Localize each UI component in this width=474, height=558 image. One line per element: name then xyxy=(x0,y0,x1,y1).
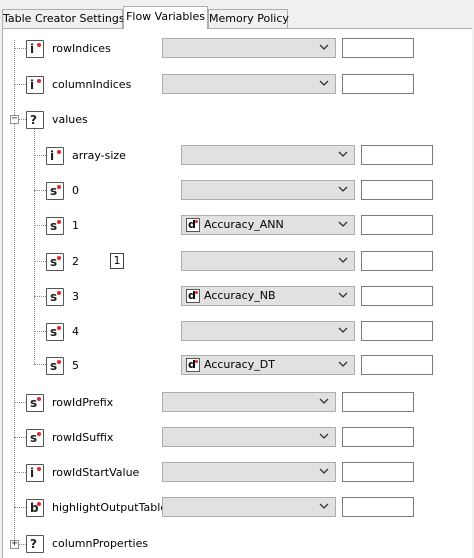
unknown-type-icon: ? xyxy=(26,535,44,553)
tree-connector xyxy=(34,364,46,365)
chevron-down-icon xyxy=(319,433,329,439)
setting-label-array-size: array-size xyxy=(72,149,126,162)
chevron-down-icon xyxy=(319,44,329,50)
chevron-down-icon xyxy=(338,327,348,333)
variable-select-value-1[interactable]: d Accuracy_ANN xyxy=(181,215,355,235)
string-variable-icon: s xyxy=(26,394,44,412)
setting-label-rowIndices: rowIndices xyxy=(52,42,111,55)
setting-label-columnIndices: columnIndices xyxy=(52,78,132,91)
tree-connector xyxy=(14,402,26,403)
integer-array-variable-icon: i xyxy=(26,76,44,94)
tree-connector xyxy=(34,296,46,297)
setting-label-value-4: 4 xyxy=(72,325,79,338)
variable-select-rowIdPrefix[interactable] xyxy=(162,392,336,412)
tab-table-creator-settings[interactable]: Table Creator Settings xyxy=(2,9,125,28)
double-variable-icon: d xyxy=(186,289,200,303)
setting-label-value-2: 2 xyxy=(72,255,79,268)
string-variable-icon: s xyxy=(26,429,44,447)
variable-select-columnIndices[interactable] xyxy=(162,74,336,94)
tree-connector xyxy=(34,155,46,156)
string-variable-icon: s xyxy=(46,217,64,235)
variable-name-input-value-5[interactable] xyxy=(361,355,433,375)
variable-select-rowIndices[interactable] xyxy=(162,38,336,58)
variable-select-array-size[interactable] xyxy=(181,145,355,165)
string-variable-icon: s xyxy=(46,357,64,375)
tree-connector xyxy=(19,544,26,545)
tree-line-values xyxy=(34,128,35,364)
variable-name-input-value-4[interactable] xyxy=(361,321,433,341)
variable-name-input-array-size[interactable] xyxy=(361,145,433,165)
variable-name-input-rowIndices[interactable] xyxy=(342,38,414,58)
expand-toggle-columnProperties[interactable]: + xyxy=(10,539,19,549)
variable-name-input-rowIdStartValue[interactable] xyxy=(342,462,414,482)
chevron-down-icon xyxy=(319,468,329,474)
double-variable-icon: d xyxy=(186,358,200,372)
tree-connector xyxy=(14,472,26,473)
variable-select-value-3[interactable]: d Accuracy_NB xyxy=(181,286,355,306)
setting-label-value-5: 5 xyxy=(72,359,79,372)
chevron-down-icon xyxy=(338,361,348,367)
variable-name-input-value-3[interactable] xyxy=(361,286,433,306)
tree-connector xyxy=(14,48,26,49)
tree-connector xyxy=(14,437,26,438)
setting-label-value-3: 3 xyxy=(72,290,79,303)
setting-label-columnProperties: columnProperties xyxy=(52,537,149,550)
tree-connector xyxy=(19,119,26,120)
variable-name-input-highlightOutputTable[interactable] xyxy=(342,497,414,517)
chevron-down-icon xyxy=(338,257,348,263)
variable-select-value-0[interactable] xyxy=(181,180,355,200)
setting-label-value-1: 1 xyxy=(72,219,79,232)
integer-variable-icon: i xyxy=(26,464,44,482)
tab-flow-variables[interactable]: Flow Variables xyxy=(123,6,208,29)
tree-connector xyxy=(14,507,26,508)
tree-connector xyxy=(34,190,46,191)
string-variable-icon: s xyxy=(46,288,64,306)
tab-bar: Table Creator Settings Flow Variables Me… xyxy=(0,0,474,29)
unknown-type-icon: ? xyxy=(26,111,44,129)
variable-name-input-value-2[interactable] xyxy=(361,251,433,271)
chevron-down-icon xyxy=(338,292,348,298)
annotation-badge: 1 xyxy=(110,253,124,269)
setting-label-rowIdSuffix: rowIdSuffix xyxy=(52,431,114,444)
variable-select-value-5[interactable]: d Accuracy_DT xyxy=(181,355,355,375)
chevron-down-icon xyxy=(338,151,348,157)
setting-label-highlightOutputTable: highlightOutputTable xyxy=(52,501,168,514)
setting-label-rowIdStartValue: rowIdStartValue xyxy=(52,466,140,479)
collapse-toggle-values[interactable]: − xyxy=(10,114,19,124)
integer-variable-icon: i xyxy=(46,147,64,165)
string-variable-icon: s xyxy=(46,182,64,200)
string-variable-icon: s xyxy=(46,323,64,341)
variable-name-input-rowIdSuffix[interactable] xyxy=(342,427,414,447)
variable-select-value-2[interactable] xyxy=(181,251,355,271)
double-variable-icon: d xyxy=(186,218,200,232)
variable-select-rowIdStartValue[interactable] xyxy=(162,462,336,482)
chevron-down-icon xyxy=(319,503,329,509)
chevron-down-icon xyxy=(338,186,348,192)
variable-name-input-value-0[interactable] xyxy=(361,180,433,200)
tree-connector xyxy=(34,225,46,226)
variable-name-input-columnIndices[interactable] xyxy=(342,74,414,94)
setting-label-values: values xyxy=(52,113,88,126)
variable-select-rowIdSuffix[interactable] xyxy=(162,427,336,447)
variable-name-input-rowIdPrefix[interactable] xyxy=(342,392,414,412)
variable-select-highlightOutputTable[interactable] xyxy=(162,497,336,517)
tree-connector xyxy=(34,261,46,262)
setting-label-value-0: 0 xyxy=(72,184,79,197)
tree-connector xyxy=(34,331,46,332)
tab-memory-policy[interactable]: Memory Policy xyxy=(208,9,289,28)
chevron-down-icon xyxy=(338,221,348,227)
integer-array-variable-icon: i xyxy=(26,40,44,58)
variable-name-input-value-1[interactable] xyxy=(361,215,433,235)
boolean-variable-icon: b xyxy=(26,499,44,517)
setting-label-rowIdPrefix: rowIdPrefix xyxy=(52,396,114,409)
string-variable-icon: s xyxy=(46,253,64,271)
chevron-down-icon xyxy=(319,398,329,404)
variable-select-value-4[interactable] xyxy=(181,321,355,341)
tree-connector xyxy=(14,84,26,85)
chevron-down-icon xyxy=(319,80,329,86)
